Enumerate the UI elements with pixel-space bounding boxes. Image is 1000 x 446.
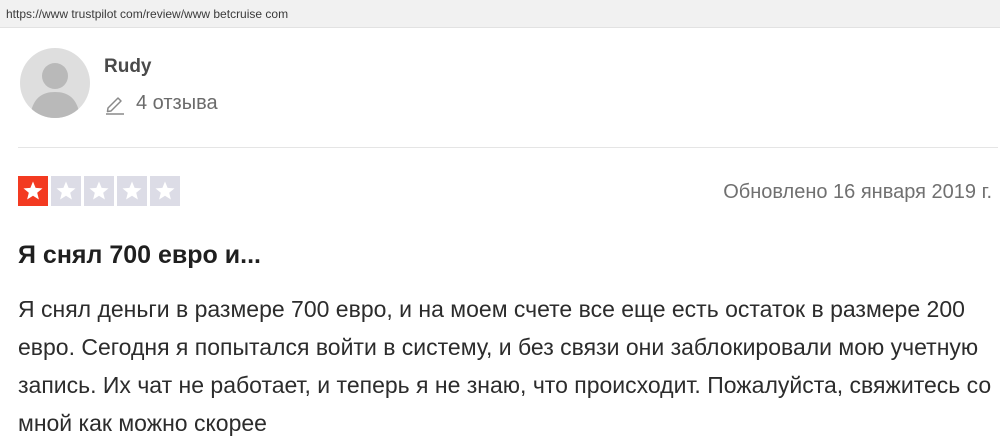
star-empty-icon	[117, 176, 147, 206]
review-body: Я снял деньги в размере 700 евро, и на м…	[18, 296, 992, 436]
avatar	[20, 48, 90, 118]
star-empty-icon	[84, 176, 114, 206]
reviewer-name[interactable]: Rudy	[104, 56, 152, 78]
review-title[interactable]: Я снял 700 евро и...	[18, 241, 261, 270]
star-filled-icon	[18, 176, 48, 206]
user-silhouette-icon	[30, 63, 80, 118]
divider	[18, 147, 998, 148]
review-date: Обновлено 16 января 2019 г.	[723, 181, 992, 203]
star-empty-icon	[150, 176, 180, 206]
address-bar[interactable]: https://www trustpilot com/review/www be…	[0, 0, 1000, 28]
pencil-icon	[106, 96, 124, 115]
star-empty-icon	[51, 176, 81, 206]
reviews-count-label: 4 отзыва	[136, 92, 218, 114]
star-rating	[18, 176, 180, 206]
reviews-count: 4 отзыва	[104, 92, 218, 115]
